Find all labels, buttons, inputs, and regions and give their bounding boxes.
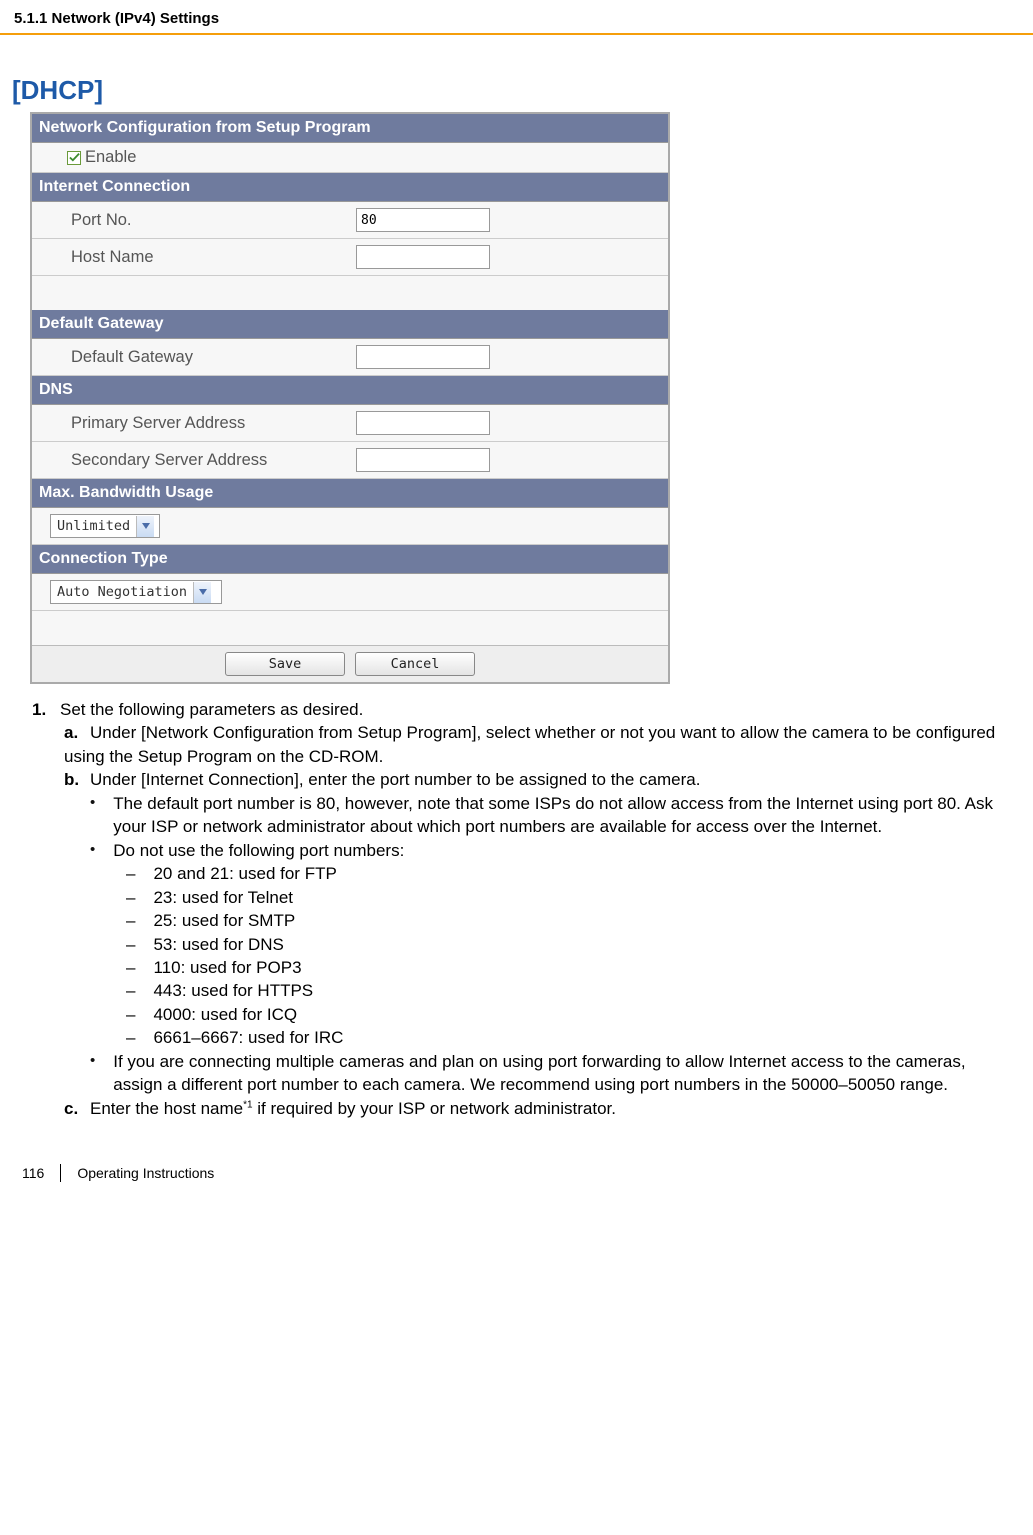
label-host-name: Host Name bbox=[67, 240, 352, 275]
instructions: 1.Set the following parameters as desire… bbox=[32, 698, 1017, 1120]
step-1b-bullet-1: The default port number is 80, however, … bbox=[113, 792, 1017, 839]
list-item: 443: used for HTTPS bbox=[126, 979, 1017, 1002]
save-button[interactable]: Save bbox=[225, 652, 345, 676]
select-bandwidth-value: Unlimited bbox=[57, 518, 130, 534]
panel-footer: Save Cancel bbox=[32, 645, 668, 682]
step-1c: Enter the host name*1 if required by you… bbox=[90, 1099, 616, 1118]
list-item: 6661–6667: used for IRC bbox=[126, 1026, 1017, 1049]
divider bbox=[60, 1164, 61, 1182]
section-header-internet: Internet Connection bbox=[32, 173, 668, 202]
label-secondary-dns: Secondary Server Address bbox=[67, 443, 352, 478]
list-item: 25: used for SMTP bbox=[126, 909, 1017, 932]
spacer bbox=[32, 276, 668, 310]
list-item: 23: used for Telnet bbox=[126, 886, 1017, 909]
row-host: Host Name bbox=[32, 239, 668, 276]
list-item: 20 and 21: used for FTP bbox=[126, 862, 1017, 885]
row-gateway: Default Gateway bbox=[32, 339, 668, 376]
input-secondary-dns[interactable] bbox=[356, 448, 490, 472]
step-1a: Under [Network Configuration from Setup … bbox=[64, 723, 995, 765]
check-icon bbox=[69, 152, 80, 163]
row-conn-type: Auto Negotiation bbox=[32, 574, 668, 611]
cancel-button[interactable]: Cancel bbox=[355, 652, 475, 676]
step-1b-bullet-3: If you are connecting multiple cameras a… bbox=[113, 1050, 1017, 1097]
divider-orange bbox=[0, 33, 1033, 35]
page-title: [DHCP] bbox=[12, 75, 1021, 106]
step-1b-bullet-2: Do not use the following port numbers: bbox=[113, 839, 1017, 862]
section-header-bandwidth: Max. Bandwidth Usage bbox=[32, 479, 668, 508]
port-restrictions-list: 20 and 21: used for FTP23: used for Teln… bbox=[32, 862, 1017, 1050]
step-1b: Under [Internet Connection], enter the p… bbox=[90, 770, 700, 789]
row-bandwidth: Unlimited bbox=[32, 508, 668, 545]
label-port-no: Port No. bbox=[67, 203, 352, 238]
select-conn-type-value: Auto Negotiation bbox=[57, 584, 187, 600]
settings-panel: Network Configuration from Setup Program… bbox=[30, 112, 670, 684]
row-enable: Enable bbox=[32, 143, 668, 173]
list-item: 53: used for DNS bbox=[126, 933, 1017, 956]
input-port-no[interactable] bbox=[356, 208, 490, 232]
list-item: 4000: used for ICQ bbox=[126, 1003, 1017, 1026]
section-header-dns: DNS bbox=[32, 376, 668, 405]
label-primary-dns: Primary Server Address bbox=[67, 406, 352, 441]
page-section-header: 5.1.1 Network (IPv4) Settings bbox=[12, 10, 1021, 33]
page-footer: 116 Operating Instructions bbox=[12, 1164, 1021, 1200]
checkbox-enable[interactable] bbox=[67, 151, 81, 165]
row-secondary-dns: Secondary Server Address bbox=[32, 442, 668, 479]
label-default-gateway: Default Gateway bbox=[67, 340, 352, 375]
list-item: 110: used for POP3 bbox=[126, 956, 1017, 979]
select-conn-type[interactable]: Auto Negotiation bbox=[50, 580, 222, 604]
row-primary-dns: Primary Server Address bbox=[32, 405, 668, 442]
section-header-conn-type: Connection Type bbox=[32, 545, 668, 574]
chevron-down-icon bbox=[193, 582, 211, 603]
page-number: 116 bbox=[22, 1165, 44, 1181]
spacer bbox=[32, 611, 668, 645]
row-port: Port No. bbox=[32, 202, 668, 239]
input-default-gateway[interactable] bbox=[356, 345, 490, 369]
step-1: Set the following parameters as desired. bbox=[60, 700, 363, 719]
select-bandwidth[interactable]: Unlimited bbox=[50, 514, 160, 538]
chevron-down-icon bbox=[136, 516, 154, 537]
doc-name: Operating Instructions bbox=[77, 1165, 214, 1181]
input-host-name[interactable] bbox=[356, 245, 490, 269]
input-primary-dns[interactable] bbox=[356, 411, 490, 435]
section-header-gateway: Default Gateway bbox=[32, 310, 668, 339]
label-enable: Enable bbox=[85, 148, 136, 167]
section-header-netconfig: Network Configuration from Setup Program bbox=[32, 114, 668, 143]
